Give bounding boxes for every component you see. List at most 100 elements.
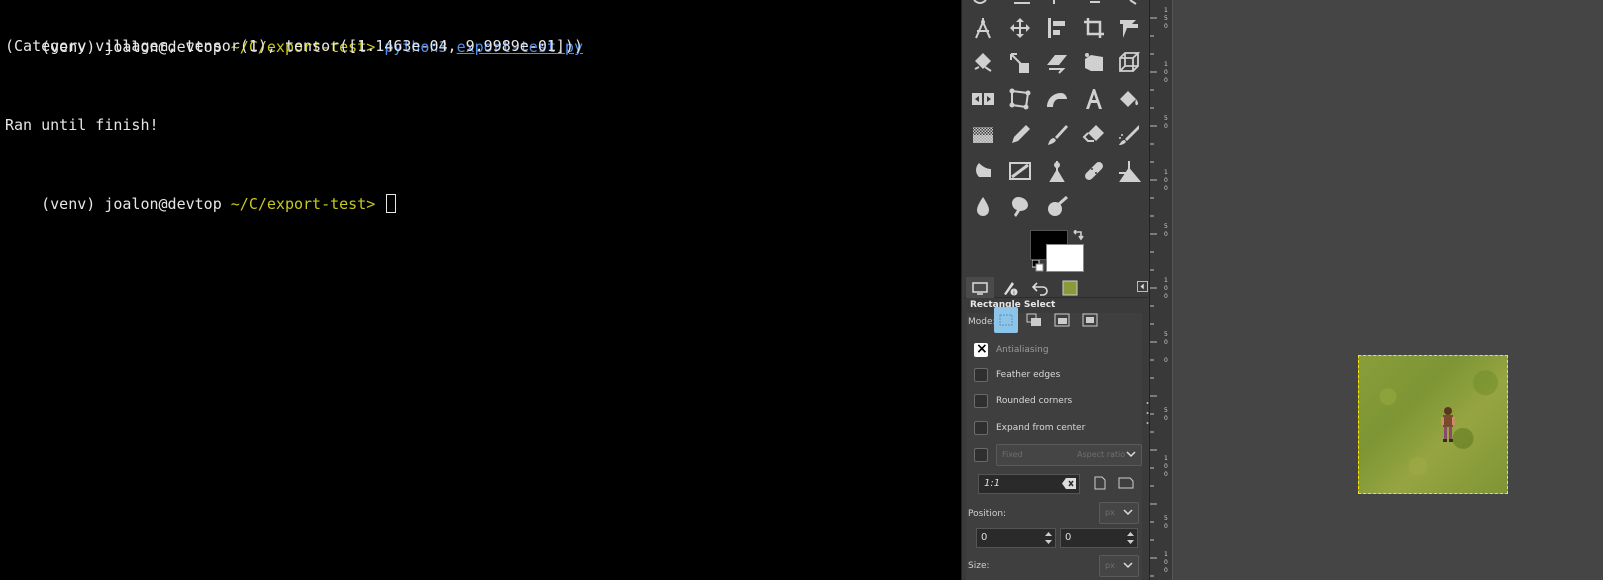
rounded-corners-checkbox[interactable] (974, 394, 988, 408)
smudge-icon[interactable] (1005, 192, 1035, 222)
grass-image-with-selection[interactable] (1358, 355, 1508, 494)
prompt-line-2[interactable]: (venv) joalon@devtop ~/C/export-test> (5, 174, 397, 234)
svg-text:1: 1 (1164, 7, 1168, 14)
fixed-aspect-combo[interactable]: Fixed Aspect ratio (996, 444, 1142, 466)
svg-text:0: 0 (1164, 285, 1168, 292)
rotate-icon[interactable] (968, 48, 998, 78)
shear-icon[interactable] (1042, 48, 1072, 78)
svg-text:0: 0 (1164, 357, 1168, 364)
perspective-clone-icon[interactable] (1114, 156, 1144, 186)
svg-text:5: 5 (1164, 15, 1168, 22)
svg-text:0: 0 (1164, 463, 1168, 470)
chevron-down-icon (1123, 509, 1133, 516)
heal-icon[interactable] (1079, 156, 1109, 186)
svg-text:0: 0 (1164, 471, 1168, 478)
mode-add-button[interactable] (1022, 307, 1046, 333)
dock-tab-bar: i (964, 277, 1148, 298)
move-icon[interactable] (1005, 13, 1035, 43)
fixed-checkbox[interactable] (974, 448, 988, 462)
fixed-combo-right-text: Aspect ratio (1077, 450, 1126, 459)
terminal-window[interactable]: (venv) joalon@devtop ~/C/export-test> py… (0, 0, 961, 580)
align-icon[interactable] (1042, 13, 1072, 43)
mode-replace-button[interactable] (994, 307, 1018, 333)
background-color-swatch[interactable] (1046, 244, 1084, 272)
tool-options-panel: Mode: Antialiasing Feather edges Rounded… (966, 307, 1142, 580)
bucket-fill-icon[interactable] (1114, 84, 1144, 114)
chevron-down-icon (1126, 451, 1136, 458)
mypaint-brush-icon[interactable] (1005, 156, 1035, 186)
ink-icon[interactable] (968, 156, 998, 186)
villager-sprite (1441, 407, 1455, 442)
svg-text:1: 1 (1164, 61, 1168, 68)
unified-transform-icon[interactable] (1114, 13, 1144, 43)
position-y-input[interactable]: 0 (1060, 528, 1138, 548)
airbrush-icon[interactable] (1114, 120, 1144, 150)
landscape-icon[interactable] (1118, 477, 1134, 489)
fixed-combo-left-text: Fixed (1002, 450, 1023, 459)
terminal-cursor (386, 194, 397, 213)
position-x-input[interactable]: 0 (976, 528, 1056, 548)
position-x-value: 0 (981, 532, 988, 543)
tab-device-status[interactable]: i (996, 277, 1024, 298)
reset-colors-icon[interactable] (1032, 260, 1044, 272)
svg-text:0: 0 (1164, 77, 1168, 84)
antialiasing-checkbox[interactable] (974, 341, 988, 357)
dock-menu-button[interactable] (1137, 281, 1148, 292)
spin-arrows-icon[interactable] (1044, 530, 1053, 546)
pencil-icon[interactable] (1005, 120, 1035, 150)
expand-from-center-label: Expand from center (996, 423, 1086, 433)
compass-tool-icon[interactable] (968, 13, 998, 43)
tool-options-icon (972, 281, 988, 295)
antialiasing-label: Antialiasing (996, 345, 1049, 355)
svg-text:0: 0 (1164, 339, 1168, 346)
configure-tab-icon (1140, 283, 1144, 290)
ruler-ticks: 150 100 50 100 50 100 50 0 50 100 50 100 (1150, 7, 1168, 577)
image-thumbnail-icon (1062, 280, 1078, 295)
vertical-ruler[interactable]: 150 100 50 100 50 100 50 0 50 100 50 100 (1149, 0, 1173, 580)
device-status-icon: i (1004, 281, 1018, 296)
scale-icon[interactable] (1005, 48, 1035, 78)
position-unit-combo[interactable]: px (1099, 502, 1139, 524)
mode-subtract-button[interactable] (1050, 307, 1074, 333)
chevron-down-icon (1123, 562, 1133, 569)
image-canvas[interactable] (1173, 0, 1603, 580)
position-unit-text: px (1105, 508, 1115, 517)
clone-icon[interactable] (1042, 156, 1072, 186)
swap-colors-icon[interactable] (1071, 230, 1085, 244)
output-finish: Ran until finish! (5, 116, 159, 134)
tab-images[interactable] (1056, 277, 1084, 298)
perspective-icon[interactable] (1079, 48, 1109, 78)
svg-text:0: 0 (1164, 185, 1168, 192)
text-icon[interactable] (1079, 84, 1109, 114)
undo-history-icon (1032, 281, 1048, 296)
rounded-corners-label: Rounded corners (996, 396, 1073, 406)
size-unit-combo[interactable]: px (1099, 555, 1139, 577)
svg-text:1: 1 (1164, 455, 1168, 462)
tab-undo-history[interactable] (1026, 277, 1054, 298)
svg-text:1: 1 (1164, 551, 1168, 558)
eraser-icon[interactable] (1079, 120, 1109, 150)
flip-icon[interactable] (968, 84, 998, 114)
svg-text:5: 5 (1164, 223, 1168, 230)
tab-tool-options[interactable] (966, 277, 994, 298)
mode-intersect-button[interactable] (1078, 307, 1102, 333)
expand-from-center-checkbox[interactable] (974, 421, 988, 435)
clear-input-icon[interactable] (1062, 478, 1076, 489)
svg-text:1: 1 (1164, 169, 1168, 176)
partial-tool-row (973, 0, 1137, 5)
blur-icon[interactable] (968, 192, 998, 222)
gradient-icon[interactable] (968, 120, 998, 150)
svg-text:1: 1 (1164, 277, 1168, 284)
prompt-path: ~/C/export-test> (230, 195, 376, 213)
spin-arrows-icon[interactable] (1126, 530, 1135, 546)
svg-text:0: 0 (1164, 523, 1168, 530)
paintbrush-icon[interactable] (1042, 120, 1072, 150)
prompt-venv: (venv) (41, 195, 96, 213)
dodge-burn-icon[interactable] (1042, 192, 1072, 222)
3d-transform-icon[interactable] (1114, 48, 1144, 78)
feather-edges-checkbox[interactable] (974, 368, 988, 382)
crop-icon[interactable] (1079, 13, 1109, 43)
warp-transform-icon[interactable] (1042, 84, 1072, 114)
portrait-icon[interactable] (1094, 476, 1106, 490)
cage-transform-icon[interactable] (1005, 84, 1035, 114)
